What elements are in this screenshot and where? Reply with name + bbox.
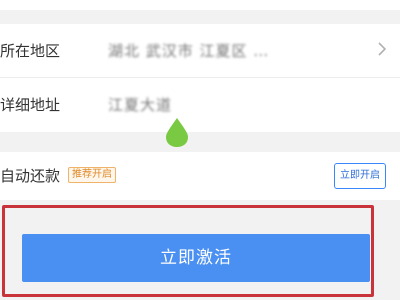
detail-address-input[interactable]: 江夏大道 bbox=[108, 94, 172, 115]
address-card: 所在地区 湖北 武汉市 江夏区 … 详细地址 江夏大道 bbox=[0, 24, 400, 132]
detail-address-label: 详细地址 bbox=[0, 96, 61, 114]
auto-repay-label: 自动还款 bbox=[0, 167, 61, 185]
touch-indicator-icon bbox=[166, 118, 188, 147]
top-strip bbox=[0, 0, 400, 10]
region-label: 所在地区 bbox=[0, 42, 61, 60]
detail-address-row[interactable]: 详细地址 江夏大道 bbox=[0, 78, 400, 132]
enable-now-button[interactable]: 立即开启 bbox=[334, 163, 386, 189]
chevron-right-icon[interactable] bbox=[374, 38, 390, 60]
activation-page: 所在地区 湖北 武汉市 江夏区 … 详细地址 江夏大道 自动还款 推荐开启 立即… bbox=[0, 0, 400, 300]
recommend-badge: 推荐开启 bbox=[68, 167, 116, 183]
region-value: 湖北 武汉市 江夏区 … bbox=[108, 42, 270, 60]
region-row[interactable]: 所在地区 湖北 武汉市 江夏区 … bbox=[0, 24, 400, 78]
auto-repay-row: 自动还款 推荐开启 立即开启 bbox=[0, 152, 400, 200]
activate-now-button[interactable]: 立即激活 bbox=[22, 234, 370, 282]
